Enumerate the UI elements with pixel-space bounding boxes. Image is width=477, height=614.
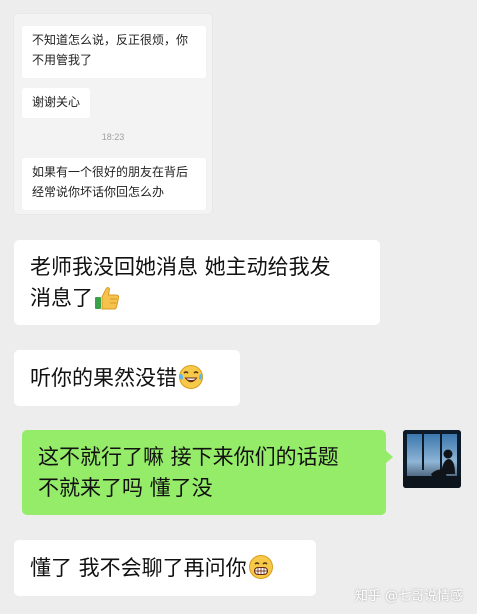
message-bubble-4[interactable]: 懂了 我不会聊了再问你 <box>14 540 316 596</box>
message-4-text: 懂了 我不会聊了再问你 <box>30 556 247 580</box>
user-avatar[interactable] <box>403 430 461 488</box>
message-bubble-1[interactable]: 老师我没回她消息 她主动给我发 消息了 <box>14 240 380 325</box>
watermark: 知乎 @七哥说情感 <box>354 589 463 604</box>
message-2-text: 听你的果然没错 <box>30 366 177 390</box>
embedded-message-3: 如果有一个很好的朋友在背后 经常说你坏话你回怎么办 <box>22 158 206 210</box>
message-3-line2: 不就来了吗 懂了没 <box>38 476 213 500</box>
embedded-message-2-text: 谢谢关心 <box>32 95 81 109</box>
thumbs-up-icon <box>94 286 120 319</box>
laughing-tears-icon <box>178 364 204 399</box>
message-bubble-3[interactable]: 这不就行了嘛 接下来你们的话题 不就来了吗 懂了没 <box>22 430 393 515</box>
embedded-message-1-line2: 不用管我了 <box>32 53 93 67</box>
embedded-message-3-line1: 如果有一个很好的朋友在背后 <box>32 165 189 179</box>
message-1-line2-row: 消息了 <box>30 283 366 319</box>
embedded-message-2: 谢谢关心 <box>22 88 90 118</box>
embedded-message-1: 不知道怎么说，反正很烦，你 不用管我了 <box>22 26 206 78</box>
embedded-message-1-line1: 不知道怎么说，反正很烦，你 <box>32 33 189 47</box>
grinning-icon <box>248 554 274 589</box>
message-1-line1: 老师我没回她消息 她主动给我发 <box>30 255 331 279</box>
message-3-line1: 这不就行了嘛 接下来你们的话题 <box>38 445 339 469</box>
embedded-message-3-line2: 经常说你坏话你回怎么办 <box>32 185 165 199</box>
message-bubble-2[interactable]: 听你的果然没错 <box>14 350 240 406</box>
message-1-line2: 消息了 <box>30 286 93 310</box>
embedded-timestamp: 18:23 <box>101 132 125 142</box>
embedded-chat-screenshot: 不知道怎么说，反正很烦，你 不用管我了 谢谢关心 18:23 如果有一个很好的朋… <box>14 14 212 214</box>
